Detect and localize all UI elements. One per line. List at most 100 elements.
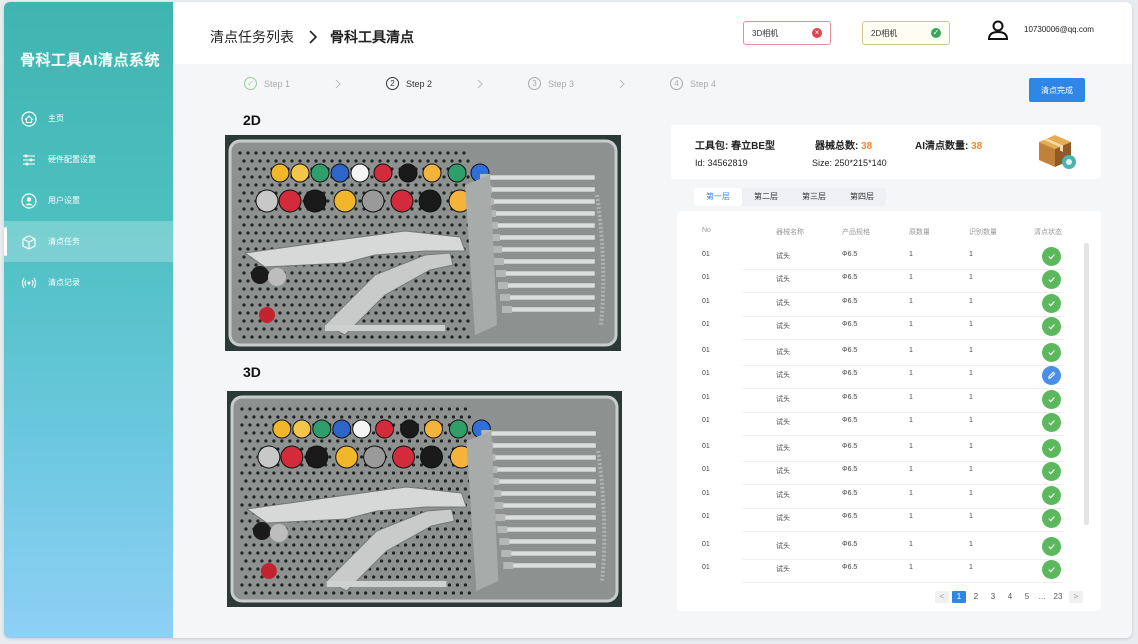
camera-2d-label: 2D相机 bbox=[871, 28, 898, 38]
tab-layer-2[interactable]: 第二层 bbox=[742, 188, 790, 206]
sidebar-item-user-settings[interactable]: 用户设置 bbox=[4, 180, 173, 221]
cell-spec: Φ6.5 bbox=[842, 564, 858, 571]
table-row: 01 试头 Φ6.5 1 1 bbox=[677, 343, 1072, 366]
cell-name: 试头 bbox=[776, 515, 790, 522]
trial-head bbox=[290, 163, 310, 183]
toolkit-name: 工具包: 春立BE型 bbox=[695, 137, 775, 152]
page-5-button[interactable]: 5 bbox=[1020, 591, 1034, 603]
sidebar-item-hardware[interactable]: 硬件配置设置 bbox=[4, 139, 173, 180]
app-title: 骨科工具AI清点系统 bbox=[20, 52, 161, 69]
size-value: 250*215*140 bbox=[834, 158, 887, 168]
check-icon bbox=[1048, 301, 1055, 307]
total-label: 器械总数: bbox=[815, 141, 859, 152]
tab-layer-3[interactable]: 第三层 bbox=[790, 188, 838, 206]
cell-spec: Φ6.5 bbox=[842, 394, 858, 401]
cell-no: 01 bbox=[702, 321, 710, 328]
sidebar-item-label: 主页 bbox=[48, 114, 64, 123]
col-spec: 产品规格 bbox=[842, 229, 870, 236]
check-icon: ✓ bbox=[931, 28, 941, 38]
trial-head bbox=[303, 189, 327, 213]
cell-name: 试头 bbox=[776, 543, 790, 550]
sidebar-item-label: 清点记录 bbox=[48, 278, 80, 287]
cell-name: 试头 bbox=[776, 396, 790, 403]
status-ok-badge[interactable] bbox=[1042, 413, 1061, 432]
tab-layer-4[interactable]: 第四层 bbox=[838, 188, 886, 206]
status-ok-badge[interactable] bbox=[1042, 270, 1061, 289]
status-ok-badge[interactable] bbox=[1042, 486, 1061, 505]
size-label: Size: bbox=[812, 158, 833, 168]
cell-detected-qty: 1 bbox=[969, 394, 973, 401]
cell-name: 试头 bbox=[776, 419, 790, 426]
toolkit-size: Size: 250*215*140 bbox=[812, 158, 887, 168]
home-icon bbox=[20, 110, 38, 128]
table-scrollbar[interactable] bbox=[1084, 243, 1089, 525]
status-ok-badge[interactable] bbox=[1042, 509, 1061, 528]
trial-head bbox=[305, 445, 329, 469]
table-row: 01 试头 Φ6.5 1 1 bbox=[677, 509, 1072, 532]
cell-detected-qty: 1 bbox=[969, 298, 973, 305]
user-icon bbox=[20, 192, 38, 210]
cell-name: 试头 bbox=[776, 468, 790, 475]
cell-no: 01 bbox=[702, 298, 710, 305]
status-ok-badge[interactable] bbox=[1042, 294, 1061, 313]
trial-head bbox=[373, 163, 393, 183]
next-page-button[interactable]: > bbox=[1069, 591, 1083, 603]
user-avatar-icon[interactable] bbox=[987, 19, 1009, 41]
kit-value: 春立BE型 bbox=[731, 141, 776, 152]
trial-head bbox=[255, 189, 279, 213]
id-value: 34562819 bbox=[707, 158, 748, 168]
sidebar-item-records[interactable]: 清点记录 bbox=[4, 262, 173, 303]
cell-detected-qty: 1 bbox=[969, 347, 973, 354]
cell-name: 试头 bbox=[776, 566, 790, 573]
step-3: 3 Step 3 bbox=[528, 77, 670, 90]
sidebar-item-home[interactable]: 主页 bbox=[4, 98, 173, 139]
trial-head bbox=[448, 419, 468, 439]
check-icon bbox=[1048, 544, 1055, 550]
step-marker: 4 bbox=[670, 77, 683, 90]
status-ok-badge[interactable] bbox=[1042, 537, 1061, 556]
cell-orig-qty: 1 bbox=[909, 466, 913, 473]
user-email: 10730006@qq.com bbox=[1024, 25, 1094, 34]
status-ok-badge[interactable] bbox=[1042, 462, 1061, 481]
status-edit-button[interactable] bbox=[1042, 366, 1061, 385]
row-divider bbox=[742, 508, 1064, 509]
status-ok-badge[interactable] bbox=[1042, 317, 1061, 336]
trial-head bbox=[333, 189, 357, 213]
row-divider bbox=[742, 269, 1064, 270]
chevron-right-icon bbox=[309, 30, 318, 44]
page-4-button[interactable]: 4 bbox=[1003, 591, 1017, 603]
page-2-button[interactable]: 2 bbox=[969, 591, 983, 603]
trial-head bbox=[400, 419, 420, 439]
page-1-button[interactable]: 1 bbox=[952, 591, 966, 603]
trial-head bbox=[392, 445, 416, 469]
cell-no: 01 bbox=[702, 466, 710, 473]
layer-tabs: 第一层 第二层 第三层 第四层 bbox=[694, 188, 886, 206]
toolkit-total: 器械总数: 38 bbox=[815, 137, 872, 152]
sidebar-item-tasks[interactable]: 清点任务 bbox=[4, 221, 173, 262]
status-ok-badge[interactable] bbox=[1042, 247, 1061, 266]
status-ok-badge[interactable] bbox=[1042, 343, 1061, 362]
cell-orig-qty: 1 bbox=[909, 370, 913, 377]
step-label: Step 3 bbox=[548, 78, 575, 89]
page-last-button[interactable]: 23 bbox=[1050, 591, 1066, 603]
camera-2d-status[interactable]: 2D相机 ✓ bbox=[862, 21, 950, 45]
trial-head bbox=[292, 419, 312, 439]
tab-layer-1[interactable]: 第一层 bbox=[694, 188, 742, 206]
status-ok-badge[interactable] bbox=[1042, 439, 1061, 458]
check-icon bbox=[1048, 516, 1055, 522]
page-3-button[interactable]: 3 bbox=[986, 591, 1000, 603]
cell-spec: Φ6.5 bbox=[842, 541, 858, 548]
status-ok-badge[interactable] bbox=[1042, 560, 1061, 579]
status-ok-badge[interactable] bbox=[1042, 390, 1061, 409]
finish-counting-button[interactable]: 清点完成 bbox=[1029, 78, 1085, 102]
cell-spec: Φ6.5 bbox=[842, 490, 858, 497]
cell-orig-qty: 1 bbox=[909, 394, 913, 401]
table-row: 01 试头 Φ6.5 1 1 bbox=[677, 390, 1072, 413]
instrument-table: No 器械名称 产品规格 原数量 识别数量 清点状态 01 试头 Φ6.5 1 1 01 试… bbox=[677, 211, 1101, 611]
breadcrumb-parent-link[interactable]: 清点任务列表 bbox=[210, 27, 294, 47]
row-divider bbox=[742, 531, 1064, 532]
cell-detected-qty: 1 bbox=[969, 274, 973, 281]
app-window: 骨科工具AI清点系统 主页 硬件配置设置 用户设置 清点任务 清点记录 清点任务… bbox=[4, 2, 1132, 638]
prev-page-button[interactable]: < bbox=[935, 591, 949, 603]
camera-3d-status[interactable]: 3D相机 × bbox=[743, 21, 831, 45]
